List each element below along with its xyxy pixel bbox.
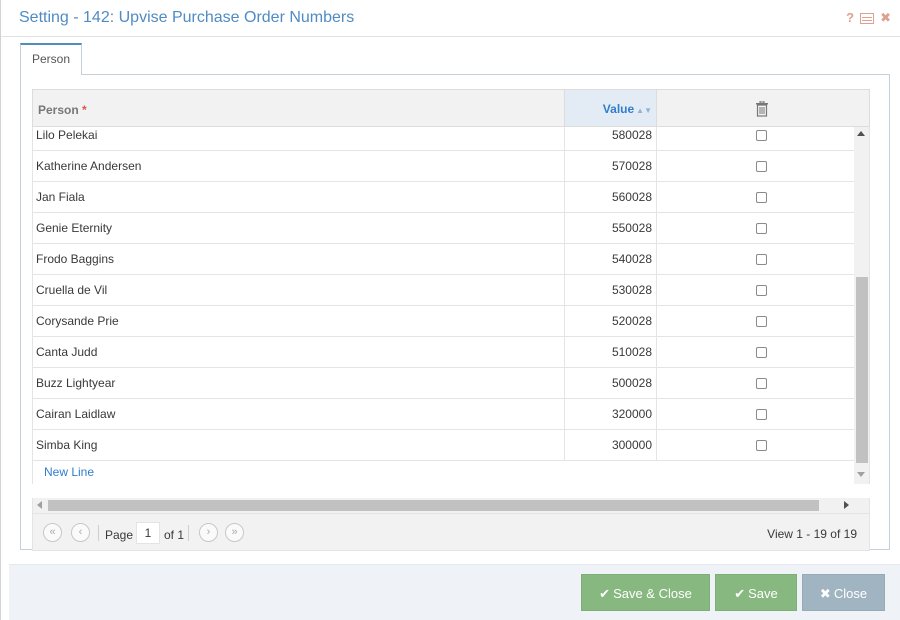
value-cell[interactable]: 560028 xyxy=(564,182,657,212)
person-cell[interactable]: Frodo Baggins xyxy=(36,252,114,266)
person-cell[interactable]: Cairan Laidlaw xyxy=(36,407,115,421)
tab-panel: Person * Value ▲▼ Lilo Pelekai 580028 Kathe… xyxy=(20,74,890,551)
value-cell[interactable]: 500028 xyxy=(564,368,657,398)
value-cell[interactable]: 580028 xyxy=(564,127,657,150)
value-cell[interactable]: 510028 xyxy=(564,337,657,367)
value-cell[interactable]: 520028 xyxy=(564,306,657,336)
dialog-footer: ✔ Save & Close ✔ Save ✖ Close xyxy=(9,564,900,620)
delete-checkbox[interactable] xyxy=(756,223,767,234)
delete-checkbox[interactable] xyxy=(756,409,767,420)
prev-page-icon[interactable]: ‹ xyxy=(71,523,90,542)
close-label: Close xyxy=(833,586,868,601)
pager-separator xyxy=(98,525,99,541)
last-page-icon[interactable]: » xyxy=(225,523,244,542)
column-label-value: Value xyxy=(602,102,635,116)
save-button[interactable]: ✔ Save xyxy=(715,574,797,611)
value-cell[interactable]: 550028 xyxy=(564,213,657,243)
grid-body: Lilo Pelekai 580028 Katherine Andersen 5700… xyxy=(32,127,870,484)
scroll-down-icon[interactable] xyxy=(857,472,865,477)
first-page-icon[interactable]: « xyxy=(43,523,62,542)
check-icon: ✔ xyxy=(599,586,611,601)
scroll-right-icon[interactable] xyxy=(844,501,849,509)
delete-checkbox[interactable] xyxy=(756,254,767,265)
delete-checkbox[interactable] xyxy=(756,130,767,141)
dialog-title: Setting - 142: Upvise Purchase Order Num… xyxy=(19,9,355,26)
person-cell[interactable]: Simba King xyxy=(36,438,97,452)
table-row[interactable]: Simba King 300000 xyxy=(33,430,854,461)
value-cell[interactable]: 530028 xyxy=(564,275,657,305)
horizontal-scroll-thumb[interactable] xyxy=(48,500,819,511)
delete-checkbox[interactable] xyxy=(756,440,767,451)
person-cell[interactable]: Jan Fiala xyxy=(36,190,85,204)
scroll-up-icon[interactable] xyxy=(857,131,865,136)
person-cell[interactable]: Genie Eternity xyxy=(36,221,112,235)
person-cell[interactable]: Katherine Andersen xyxy=(36,159,141,173)
close-button[interactable]: ✖ Close xyxy=(802,574,885,611)
scroll-left-icon[interactable] xyxy=(37,501,42,509)
required-marker: * xyxy=(82,103,87,117)
close-icon: ✖ xyxy=(819,586,831,601)
delete-checkbox[interactable] xyxy=(756,285,767,296)
table-row[interactable]: Canta Judd 510028 xyxy=(33,337,854,368)
person-cell[interactable]: Corysande Prie xyxy=(36,314,119,328)
save-label: Save xyxy=(748,586,778,601)
person-cell[interactable]: Lilo Pelekai xyxy=(36,128,97,142)
close-icon[interactable]: ✖ xyxy=(880,11,891,25)
save-and-close-button[interactable]: ✔ Save & Close xyxy=(581,574,710,611)
column-header-value[interactable]: Value ▲▼ xyxy=(564,90,657,126)
delete-checkbox[interactable] xyxy=(756,378,767,389)
horizontal-scrollbar[interactable] xyxy=(32,498,870,513)
table-row[interactable]: Corysande Prie 520028 xyxy=(33,306,854,337)
table-row[interactable]: Frodo Baggins 540028 xyxy=(33,244,854,275)
value-cell[interactable]: 300000 xyxy=(564,430,657,460)
person-cell[interactable]: Canta Judd xyxy=(36,345,97,359)
delete-checkbox[interactable] xyxy=(756,316,767,327)
delete-checkbox[interactable] xyxy=(756,192,767,203)
help-icon[interactable]: ? xyxy=(846,11,854,25)
vertical-scroll-thumb[interactable] xyxy=(856,277,868,463)
table-row[interactable]: Buzz Lightyear 500028 xyxy=(33,368,854,399)
next-page-icon[interactable]: › xyxy=(199,523,218,542)
person-cell[interactable]: Cruella de Vil xyxy=(36,283,107,297)
new-line-link[interactable]: New Line xyxy=(44,465,94,479)
settings-dialog: Setting - 142: Upvise Purchase Order Num… xyxy=(0,0,900,620)
page-input[interactable]: 1 xyxy=(136,522,160,544)
person-cell[interactable]: Buzz Lightyear xyxy=(36,376,115,390)
table-row[interactable]: Lilo Pelekai 580028 xyxy=(33,127,854,151)
sort-icon: ▲▼ xyxy=(636,106,652,115)
page-count-label: of 1 xyxy=(164,528,185,542)
vertical-scrollbar[interactable] xyxy=(854,127,869,484)
table-row[interactable]: Katherine Andersen 570028 xyxy=(33,151,854,182)
grid-header: Person * Value ▲▼ xyxy=(32,89,870,127)
column-header-person[interactable]: Person * xyxy=(38,103,87,117)
value-cell[interactable]: 570028 xyxy=(564,151,657,181)
column-label-person: Person xyxy=(38,103,79,117)
list-icon[interactable] xyxy=(860,12,875,24)
table-row[interactable]: Cairan Laidlaw 320000 xyxy=(33,399,854,430)
dialog-titlebar: Setting - 142: Upvise Purchase Order Num… xyxy=(1,0,900,37)
table-row[interactable]: Jan Fiala 560028 xyxy=(33,182,854,213)
value-cell[interactable]: 320000 xyxy=(564,399,657,429)
page-label: Page xyxy=(105,528,134,542)
record-count: View 1 - 19 of 19 xyxy=(767,527,857,541)
trash-icon xyxy=(756,101,768,117)
tab-person[interactable]: Person xyxy=(20,43,82,75)
delete-checkbox[interactable] xyxy=(756,161,767,172)
pager-separator xyxy=(188,525,189,541)
title-icons: ? ✖ xyxy=(846,11,891,25)
delete-checkbox[interactable] xyxy=(756,347,767,358)
table-row[interactable]: Genie Eternity 550028 xyxy=(33,213,854,244)
value-cell[interactable]: 540028 xyxy=(564,244,657,274)
save-and-close-label: Save & Close xyxy=(613,586,692,601)
check-icon: ✔ xyxy=(734,586,746,601)
table-row[interactable]: Cruella de Vil 530028 xyxy=(33,275,854,306)
grid-pager: « ‹ Page 1 of 1 › » View 1 - 19 of 19 xyxy=(32,513,870,551)
